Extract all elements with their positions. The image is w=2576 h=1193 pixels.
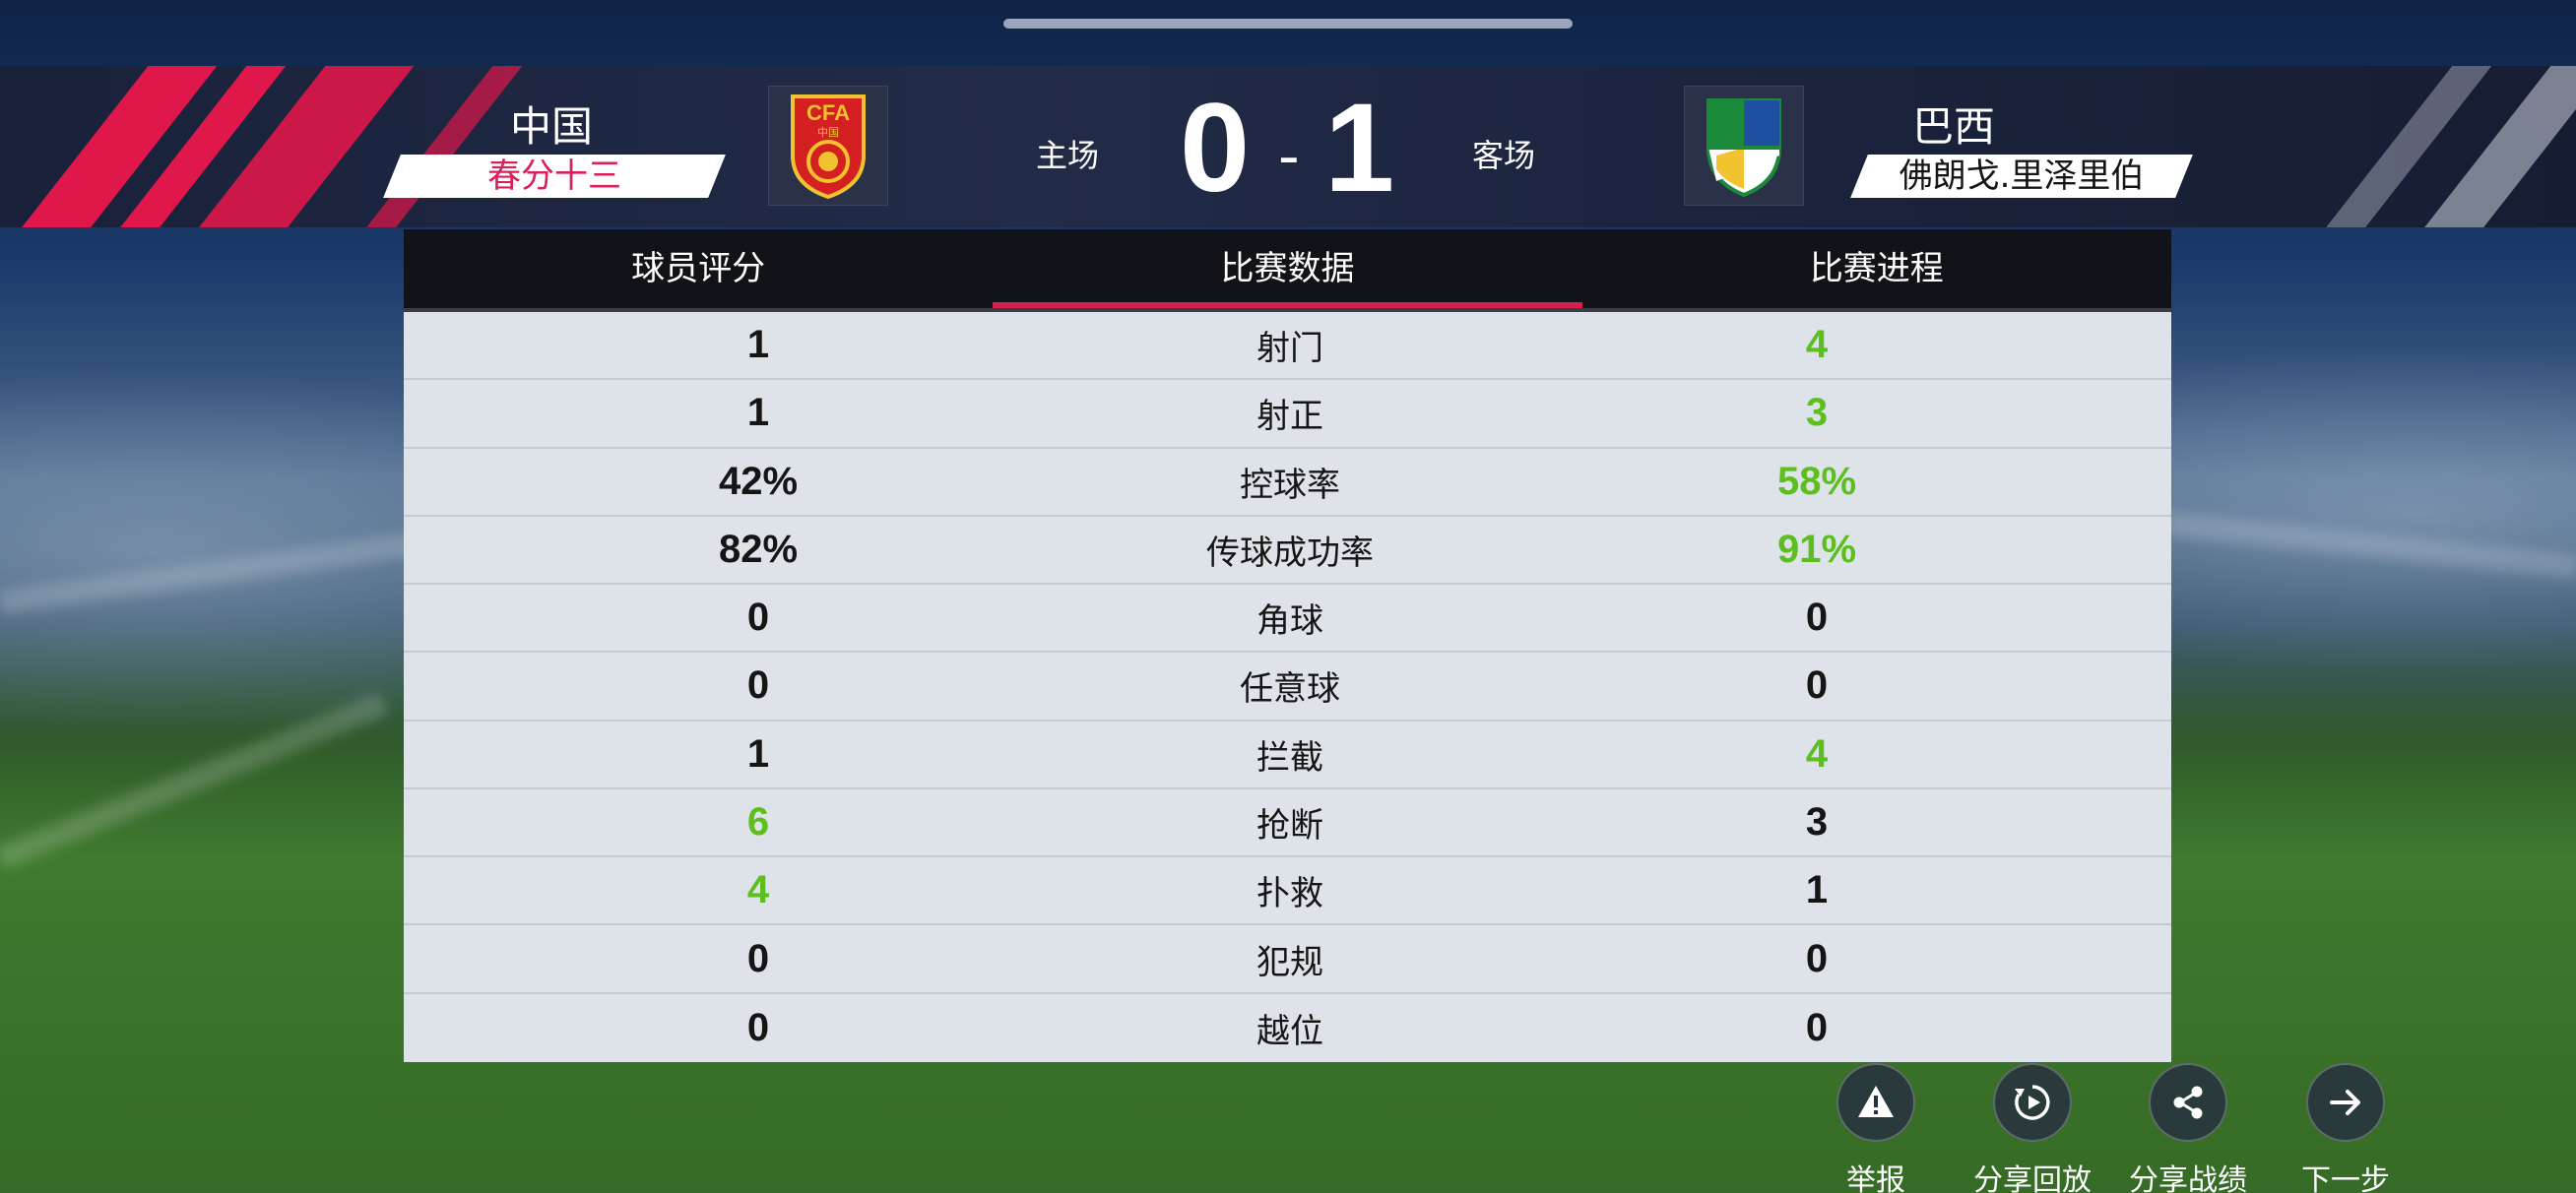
home-stat-value: 4 [746,868,770,912]
stat-row: 1 射门 4 [404,312,2171,381]
home-badge-text: CFA [806,100,850,125]
home-team-badge: CFA 中国 [768,86,888,206]
away-side-label: 客场 [1472,137,1536,174]
away-stat-value: 4 [1805,323,1829,367]
stat-label: 犯规 [1256,942,1323,982]
away-stat-value: 0 [1805,1005,1829,1049]
share-replay-button-circle[interactable] [1993,1063,2072,1142]
match-header: 中国 春分十三 CFA 中国 主场 0 - 1 客场 巴西 佛朗戈.里泽里伯 [0,66,2576,227]
share-replay-label: 分享回放 [1973,1163,2092,1193]
stat-row: 0 越位 0 [404,994,2171,1062]
home-stat-value: 42% [718,459,799,503]
stat-label: 射正 [1256,397,1323,437]
away-stat-value: 0 [1805,663,1829,708]
stat-row: 82% 传球成功率 91% [404,517,2171,586]
stat-label: 拦截 [1256,737,1323,778]
home-stat-value: 0 [746,936,770,980]
share-icon [2173,1086,2203,1119]
next-step-button[interactable]: 下一步 [2272,1063,2419,1193]
stats-table: 1 射门 4 1 射正 3 42% 控球率 58% 82% 传球成功率 91% … [404,312,2171,1062]
away-score: 1 [1324,78,1395,219]
away-stat-value: 1 [1805,868,1829,912]
stat-label: 任意球 [1240,669,1340,710]
home-player-tag: 春分十三 [383,155,726,198]
report-button-circle[interactable] [1836,1063,1915,1142]
away-stat-value: 58% [1776,459,1857,503]
away-stat-value: 3 [1805,799,1829,844]
home-player-name: 春分十三 [487,157,621,196]
away-stat-value: 91% [1776,527,1857,571]
home-stat-value: 6 [746,799,770,844]
away-stat-value: 4 [1805,731,1829,776]
away-player-tag: 佛朗戈.里泽里伯 [1850,155,2193,198]
stat-label: 扑救 [1256,874,1323,914]
report-button[interactable]: 举报 [1802,1063,1950,1193]
stats-panel: 球员评分 比赛数据 比赛进程 1 射门 4 1 射正 3 42% 控球率 58%… [404,229,2171,1062]
stat-label: 射门 [1256,329,1323,369]
away-stat-value: 3 [1805,391,1829,435]
away-team-badge [1684,86,1804,206]
home-stat-value: 1 [746,731,770,776]
home-stat-value: 82% [718,527,799,571]
away-team-name: 巴西 [1911,102,1995,151]
share-replay-button[interactable]: 分享回放 [1959,1063,2106,1193]
stat-label: 抢断 [1256,805,1323,846]
stat-label: 控球率 [1240,465,1340,505]
stat-label: 越位 [1256,1011,1323,1051]
tab-match-timeline[interactable]: 比赛进程 [1582,229,2171,308]
stat-label: 角球 [1256,601,1323,642]
away-player-name: 佛朗戈.里泽里伯 [1899,157,2145,196]
stat-row: 1 射正 3 [404,380,2171,449]
tab-match-stats[interactable]: 比赛数据 [993,229,1582,308]
home-side-label: 主场 [1036,137,1100,174]
club-crest-icon [1707,98,1781,198]
home-stat-value: 1 [746,391,770,435]
warning-icon [1858,1086,1894,1117]
home-stat-value: 1 [746,323,770,367]
home-stat-value: 0 [746,1005,770,1049]
away-stat-value: 0 [1805,936,1829,980]
next-step-label: 下一步 [2301,1163,2390,1193]
home-stat-value: 0 [746,596,770,640]
tab-player-ratings[interactable]: 球员评分 [404,229,993,308]
home-team-name: 中国 [509,102,593,151]
share-record-button[interactable]: 分享战绩 [2114,1063,2262,1193]
home-badge-sub: 中国 [817,126,839,139]
score-separator: - [1278,122,1300,191]
report-label: 举报 [1846,1163,1905,1193]
next-step-button-circle[interactable] [2306,1063,2385,1142]
share-record-button-circle[interactable] [2149,1063,2227,1142]
stat-row: 0 角球 0 [404,585,2171,654]
stat-row: 0 犯规 0 [404,925,2171,994]
stat-row: 1 拦截 4 [404,722,2171,789]
stat-row: 0 任意球 0 [404,653,2171,722]
tab-bar: 球员评分 比赛数据 比赛进程 [404,229,2171,308]
stat-row: 6 抢断 3 [404,789,2171,858]
stat-row: 4 扑救 1 [404,857,2171,926]
stat-row: 42% 控球率 58% [404,449,2171,517]
cfa-crest-icon: CFA 中国 [791,94,866,200]
home-score: 0 [1180,78,1251,219]
home-indicator[interactable] [1003,19,1573,29]
stat-label: 传球成功率 [1206,533,1374,573]
replay-icon [2015,1085,2050,1120]
arrow-right-icon [2330,1090,2360,1115]
share-record-label: 分享战绩 [2129,1163,2247,1193]
home-stat-value: 0 [746,663,770,708]
away-stat-value: 0 [1805,596,1829,640]
